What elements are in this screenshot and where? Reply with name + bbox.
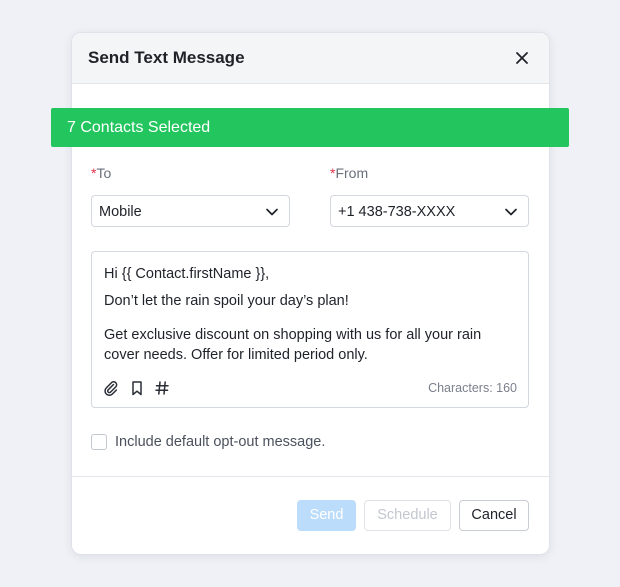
bookmark-icon [132,381,142,396]
message-line: cover needs. Offer for limited period on… [104,347,368,363]
to-select-value: Mobile [99,204,142,220]
close-button[interactable] [513,49,531,67]
hashtag-icon [155,381,169,395]
from-select[interactable]: +1 438-738-XXXX [330,195,529,227]
chevron-down-icon [505,208,517,216]
bookmark-button[interactable] [129,380,145,396]
send-button[interactable]: Send [297,500,356,531]
dialog-title: Send Text Message [88,48,245,67]
from-label: *From [330,165,369,181]
attach-button[interactable] [103,380,119,396]
cancel-button[interactable]: Cancel [459,500,529,531]
character-count: Characters: 160 [428,381,517,395]
hashtag-button[interactable] [154,380,170,396]
close-icon [516,52,528,64]
message-editor[interactable]: Hi {{ Contact.firstName }}, Don’t let th… [91,251,529,408]
contacts-selected-banner: 7 Contacts Selected [51,108,569,147]
from-select-value: +1 438-738-XXXX [338,204,456,220]
message-line: Don’t let the rain spoil your day’s plan… [104,293,349,309]
schedule-button[interactable]: Schedule [364,500,451,531]
footer-divider [71,476,550,477]
opt-out-checkbox[interactable] [91,434,107,450]
chevron-down-icon [266,208,278,216]
opt-out-label: Include default opt-out message. [115,434,326,450]
to-label: *To [91,165,112,181]
paperclip-icon [104,381,118,396]
dialog-header: Send Text Message [72,33,549,84]
to-select[interactable]: Mobile [91,195,290,227]
message-line: Get exclusive discount on shopping with … [104,327,482,343]
message-greeting: Hi {{ Contact.firstName }}, [104,266,270,282]
